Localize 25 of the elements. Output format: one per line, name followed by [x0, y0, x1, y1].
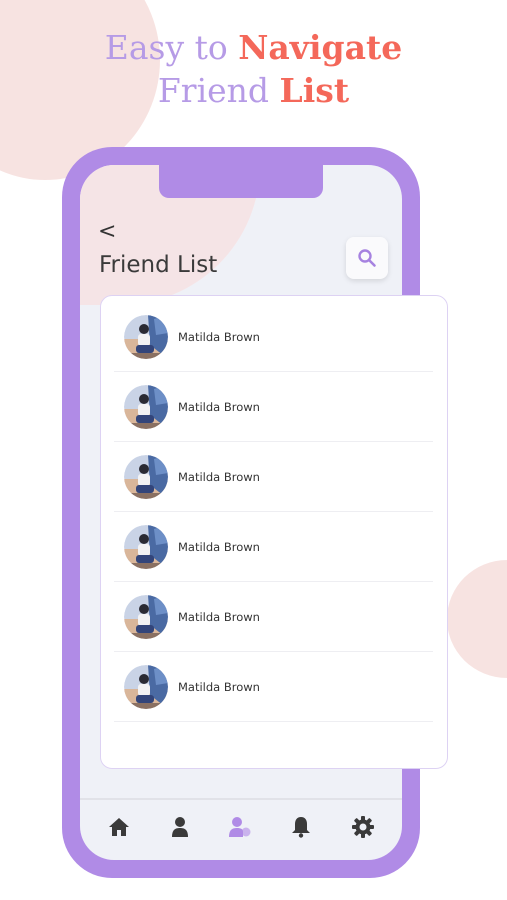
- person-icon: [170, 816, 189, 838]
- friend-row[interactable]: Matilda Brown: [114, 372, 433, 442]
- home-icon: [108, 817, 130, 837]
- notifications-tab[interactable]: [291, 816, 312, 838]
- headline: Friend List: [158, 70, 350, 112]
- search-icon: [357, 248, 377, 268]
- screen-title: Friend List: [99, 252, 218, 278]
- friend-row[interactable]: Matilda Brown: [114, 652, 433, 722]
- friend-name: Matilda Brown: [178, 540, 260, 554]
- friend-name: Matilda Brown: [178, 680, 260, 694]
- friend-name: Matilda Brown: [178, 470, 260, 484]
- friend-row[interactable]: Matilda Brown: [114, 512, 433, 582]
- profile-tab[interactable]: [170, 816, 189, 838]
- search-button[interactable]: [346, 237, 388, 279]
- friend-row[interactable]: Matilda Brown: [114, 582, 433, 652]
- friend-name: Matilda Brown: [178, 400, 260, 414]
- friend-row[interactable]: Matilda Brown: [114, 442, 433, 512]
- bell-icon: [291, 816, 312, 838]
- friend-name: Matilda Brown: [178, 330, 260, 344]
- person-badge-icon: [228, 816, 251, 838]
- friend-row[interactable]: Matilda Brown: [114, 302, 433, 372]
- home-tab[interactable]: [108, 817, 130, 837]
- back-button[interactable]: <: [98, 221, 116, 243]
- headline: Easy to Navigate: [104, 27, 402, 69]
- friend-name: Matilda Brown: [178, 610, 260, 624]
